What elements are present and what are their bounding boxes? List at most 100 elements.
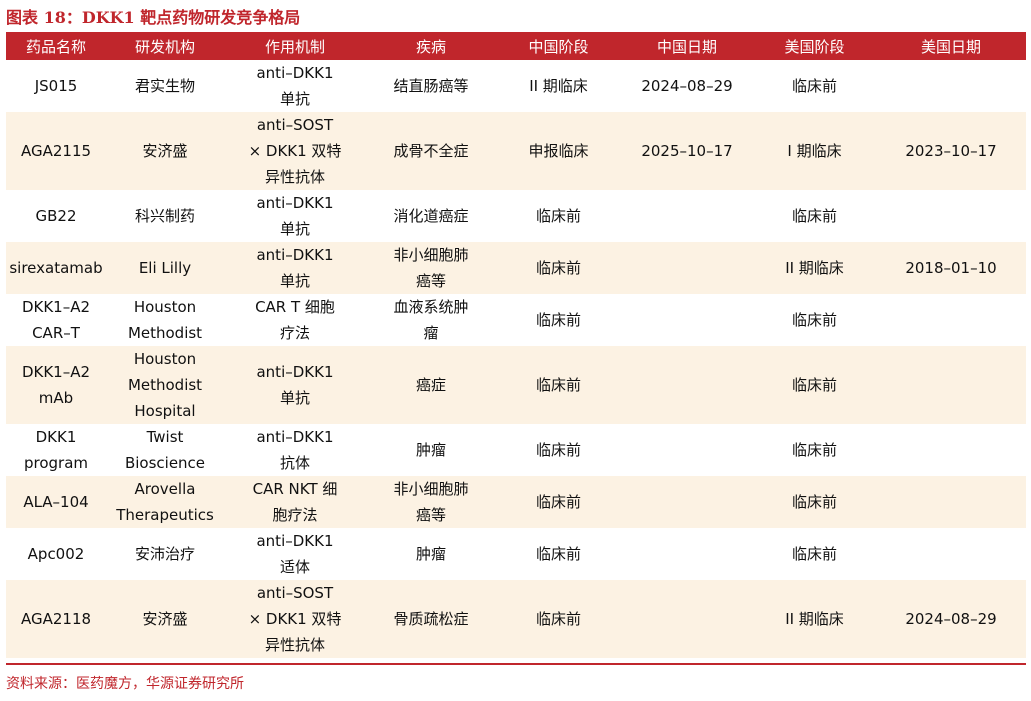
mechanism-cell-line: anti–DKK1	[256, 64, 334, 82]
disease-cell: 成骨不全症	[366, 112, 496, 190]
drug-name-cell-line: sirexatamab	[9, 259, 103, 277]
us-date-cell: 2023–10–17	[876, 112, 1026, 190]
us-stage-cell: 临床前	[753, 294, 876, 346]
developer-cell-line: Hospital	[134, 402, 196, 420]
disease-cell: 非小细胞肺 癌等	[366, 476, 496, 528]
drug-name-cell-line: Apc002	[27, 545, 85, 563]
china-date-cell	[621, 580, 753, 658]
mechanism-cell-line: 适体	[279, 558, 310, 576]
china-stage-cell: 临床前	[496, 580, 621, 658]
china-date-cell	[621, 528, 753, 580]
table-row: DKK1–A2 CAR–T Houston Methodist CAR T 细胞 疗法 血液…	[6, 294, 1026, 346]
developer-cell: Twist Bioscience	[106, 424, 224, 476]
china-date-cell: 2025–10–17	[621, 112, 753, 190]
drug-name-cell-line: JS015	[34, 77, 78, 95]
disease-cell: 消化道癌症	[366, 190, 496, 242]
drug-name-cell-line: ALA–104	[23, 493, 89, 511]
us-date-cell	[876, 294, 1026, 346]
developer-cell: Houston Methodist	[106, 294, 224, 346]
china-date-cell	[621, 242, 753, 294]
mechanism-cell-line: 单抗	[279, 272, 310, 290]
developer-cell-line: 君实生物	[134, 77, 195, 95]
developer-cell-line: Twist	[146, 428, 184, 446]
drug-name-cell: JS015	[6, 60, 106, 112]
competition-table: 药品名称 研发机构 作用机制 疾病 中国阶段 中国日期 美国阶段 美国日期 JS…	[6, 32, 1026, 658]
mechanism-cell-line: anti–DKK1	[256, 532, 334, 550]
developer-cell-line: 安济盛	[142, 142, 188, 160]
us-stage-cell: 临床前	[753, 476, 876, 528]
header-cell: 疾病	[366, 32, 496, 60]
disease-cell-line: 癌等	[415, 506, 446, 524]
mechanism-cell-line: CAR NKT 细	[252, 480, 338, 498]
mechanism-cell-line: 单抗	[279, 90, 310, 108]
bottom-rule	[6, 663, 1026, 665]
table-row: DKK1 program Twist Bioscience anti–DKK1 抗体 肿瘤 临…	[6, 424, 1026, 476]
drug-name-cell: AGA2118	[6, 580, 106, 658]
developer-cell: Houston Methodist Hospital	[106, 346, 224, 424]
mechanism-cell-line: 抗体	[279, 454, 310, 472]
us-date-cell	[876, 60, 1026, 112]
us-stage-cell: 临床前	[753, 346, 876, 424]
disease-cell-line: 癌症	[415, 376, 446, 394]
header-cell: 药品名称	[6, 32, 106, 60]
china-stage-cell: 临床前	[496, 190, 621, 242]
drug-name-cell: ALA–104	[6, 476, 106, 528]
header-cell: 中国阶段	[496, 32, 621, 60]
developer-cell-line: 安沛治疗	[134, 545, 195, 563]
developer-cell-line: Eli Lilly	[138, 259, 192, 277]
drug-name-cell-line: program	[23, 454, 89, 472]
mechanism-cell-line: 异性抗体	[264, 168, 325, 186]
drug-name-cell-line: AGA2115	[20, 142, 92, 160]
mechanism-cell-line: 异性抗体	[264, 636, 325, 654]
disease-cell: 癌症	[366, 346, 496, 424]
header-cell: 中国日期	[621, 32, 753, 60]
us-date-cell	[876, 476, 1026, 528]
developer-cell: 安沛治疗	[106, 528, 224, 580]
mechanism-cell-line: 疗法	[279, 324, 310, 342]
china-date-cell: 2024–08–29	[621, 60, 753, 112]
mechanism-cell: anti–SOST × DKK1 双特 异性抗体	[224, 112, 366, 190]
mechanism-cell: anti–DKK1 单抗	[224, 346, 366, 424]
drug-name-cell-line: DKK1–A2	[21, 298, 91, 316]
table-row: JS015 君实生物 anti–DKK1 单抗 结直肠癌等 II 期临床 2024–08–2…	[6, 60, 1026, 112]
developer-cell: 安济盛	[106, 580, 224, 658]
table-row: AGA2118 安济盛 anti–SOST × DKK1 双特 异性抗体 骨质疏松症 临床前…	[6, 580, 1026, 658]
developer-cell-line: Therapeutics	[116, 506, 214, 524]
mechanism-cell: anti–DKK1 单抗	[224, 242, 366, 294]
china-date-cell	[621, 294, 753, 346]
mechanism-cell: anti–DKK1 单抗	[224, 190, 366, 242]
china-stage-cell: 临床前	[496, 476, 621, 528]
drug-name-cell: GB22	[6, 190, 106, 242]
china-stage-cell: 临床前	[496, 294, 621, 346]
mechanism-cell: anti–DKK1 单抗	[224, 60, 366, 112]
china-stage-cell: II 期临床	[496, 60, 621, 112]
disease-cell-line: 肿瘤	[415, 441, 446, 459]
disease-cell: 结直肠癌等	[366, 60, 496, 112]
mechanism-cell-line: anti–SOST	[256, 584, 334, 602]
table-row: GB22 科兴制药 anti–DKK1 单抗 消化道癌症 临床前 临床前	[6, 190, 1026, 242]
disease-cell-line: 非小细胞肺	[393, 246, 469, 264]
china-date-cell	[621, 424, 753, 476]
disease-cell-line: 癌等	[415, 272, 446, 290]
developer-cell-line: Arovella	[134, 480, 196, 498]
china-stage-cell: 临床前	[496, 242, 621, 294]
us-stage-cell: 临床前	[753, 424, 876, 476]
disease-cell: 肿瘤	[366, 528, 496, 580]
disease-cell-line: 瘤	[423, 324, 439, 342]
mechanism-cell-line: 胞疗法	[272, 506, 318, 524]
us-stage-cell: II 期临床	[753, 242, 876, 294]
developer-cell-line: Methodist	[127, 376, 203, 394]
mechanism-cell: CAR NKT 细胞疗法	[224, 476, 366, 528]
us-date-cell: 2018–01–10	[876, 242, 1026, 294]
developer-cell-line: Bioscience	[124, 454, 206, 472]
china-stage-cell: 临床前	[496, 346, 621, 424]
disease-cell-line: 骨质疏松症	[393, 610, 469, 628]
developer-cell: 安济盛	[106, 112, 224, 190]
china-stage-cell: 申报临床	[496, 112, 621, 190]
disease-cell-line: 血液系统肿	[393, 298, 469, 316]
us-stage-cell: 临床前	[753, 60, 876, 112]
mechanism-cell-line: CAR T 细胞	[255, 298, 335, 316]
mechanism-cell-line: anti–DKK1	[256, 428, 334, 446]
china-stage-cell: 临床前	[496, 424, 621, 476]
us-stage-cell: I 期临床	[753, 112, 876, 190]
